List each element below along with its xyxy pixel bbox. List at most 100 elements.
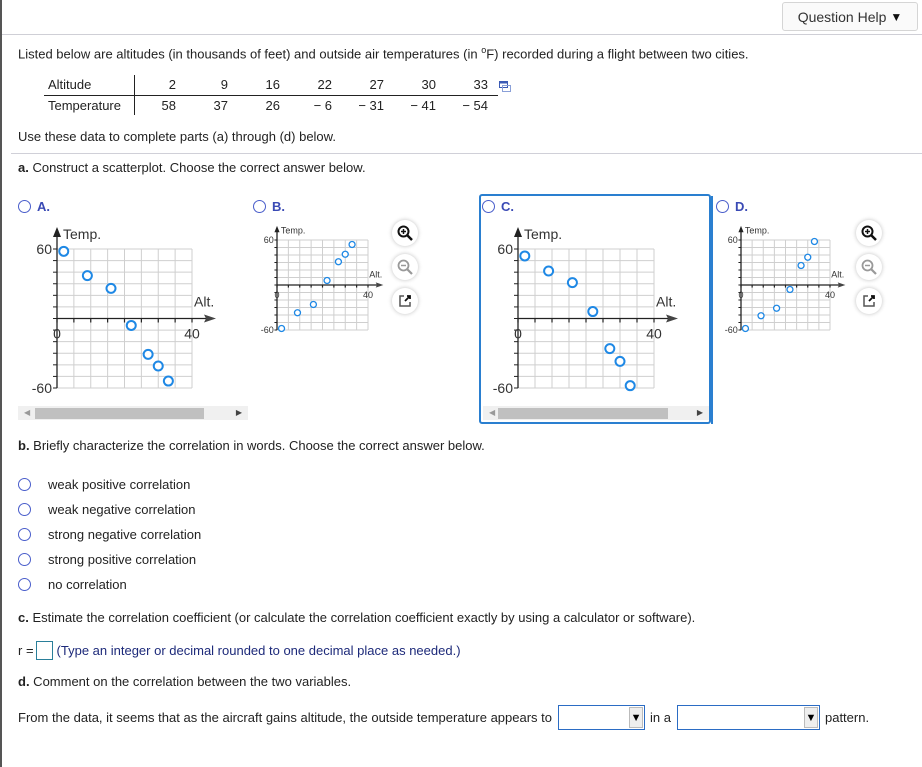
scroll-left-icon[interactable]: ◀ <box>24 408 30 417</box>
radio-option-a[interactable] <box>18 200 31 213</box>
table-row-temperature: Temperature 58 37 26 − 6 − 31 − 41 − 54 <box>44 95 498 115</box>
option-c[interactable]: C. <box>482 199 514 214</box>
option-b-label: B. <box>272 199 285 214</box>
data-point <box>162 375 174 387</box>
option-d-label: D. <box>735 199 748 214</box>
window-left-border <box>0 0 2 767</box>
y-tick-label-max: 60 <box>36 241 52 257</box>
zoom-in-icon <box>397 225 413 241</box>
data-table: Altitude 2 9 16 22 27 30 33 Temperature … <box>44 75 498 115</box>
option-d[interactable]: D. <box>716 199 748 214</box>
x-tick-label-min: 0 <box>514 326 522 342</box>
table-cell: 58 <box>161 97 176 113</box>
zoom-in-button-d[interactable] <box>856 220 882 246</box>
zoom-out-button-d[interactable] <box>856 254 882 280</box>
choice-label: strong positive correlation <box>48 552 197 567</box>
r-label: r = <box>18 643 34 658</box>
trend-select[interactable]: ▼ <box>558 705 646 730</box>
choice-strong-negative[interactable]: strong negative correlation <box>18 527 201 542</box>
dropdown-arrow-icon[interactable]: ▼ <box>803 707 818 728</box>
radio-button[interactable] <box>18 553 31 566</box>
y-tick-label-min: -60 <box>493 380 513 396</box>
data-point <box>323 276 331 285</box>
table-cell: 22 <box>290 75 342 96</box>
x-tick-label-min: 0 <box>274 290 279 300</box>
x-tick-label-max: 40 <box>646 326 662 342</box>
caret-down-icon: ▼ <box>890 9 903 24</box>
table-cell: − 31 <box>358 97 384 113</box>
zoom-in-icon <box>861 225 877 241</box>
pattern-select[interactable]: ▼ <box>676 705 820 730</box>
scroll-left-icon[interactable]: ◀ <box>489 408 495 417</box>
data-point <box>277 324 286 333</box>
part-d-sentence: From the data, it seems that as the airc… <box>18 705 869 730</box>
dropdown-arrow-icon[interactable]: ▼ <box>629 707 644 728</box>
data-point <box>543 265 555 277</box>
option-a-label: A. <box>37 199 50 214</box>
popout-button-b[interactable] <box>392 288 418 314</box>
scatterplot-option-d[interactable]: Temp. Alt. 60 -60 0 40 <box>716 218 856 338</box>
y-tick-label-max: 60 <box>497 241 513 257</box>
divider <box>11 153 922 154</box>
scatterplot-option-c[interactable]: Temp. Alt. 60 -60 0 40 <box>481 218 691 398</box>
scrollbar-option-c[interactable]: ◀ ▶ <box>483 406 709 420</box>
radio-button[interactable] <box>18 528 31 541</box>
x-axis-label: Alt. <box>369 269 382 279</box>
popout-icon <box>399 295 411 307</box>
instructions-text: Use these data to complete parts (a) thr… <box>18 129 336 144</box>
choice-weak-positive[interactable]: weak positive correlation <box>18 477 190 492</box>
scatterplot-option-b[interactable]: Temp. Alt. 60 -60 0 40 <box>252 218 392 338</box>
scrollbar-thumb[interactable] <box>498 408 668 419</box>
choice-label: strong negative correlation <box>48 527 202 542</box>
choice-weak-negative[interactable]: weak negative correlation <box>18 502 195 517</box>
option-a[interactable]: A. <box>18 199 50 214</box>
data-point <box>309 300 318 309</box>
y-axis-arrow <box>274 225 280 233</box>
data-point <box>624 380 636 392</box>
zoom-in-button-b[interactable] <box>392 220 418 246</box>
scatterplot-option-a[interactable]: Temp. Alt. 60 -60 0 40 <box>20 218 230 398</box>
radio-option-b[interactable] <box>253 200 266 213</box>
data-point <box>125 319 137 331</box>
data-point <box>81 270 93 282</box>
radio-button[interactable] <box>18 578 31 591</box>
scrollbar-option-a[interactable]: ◀ ▶ <box>18 406 248 420</box>
choice-strong-positive[interactable]: strong positive correlation <box>18 552 196 567</box>
choice-no-correlation[interactable]: no correlation <box>18 577 127 592</box>
zoom-out-button-b[interactable] <box>392 254 418 280</box>
data-point <box>519 250 531 262</box>
radio-option-c[interactable] <box>482 200 495 213</box>
y-tick-label-min: -60 <box>261 325 274 335</box>
sentence-start: From the data, it seems that as the airc… <box>18 710 553 725</box>
sentence-end: pattern. <box>824 710 870 725</box>
y-tick-label-max: 60 <box>264 235 274 245</box>
data-point <box>566 277 578 289</box>
data-point <box>293 309 302 317</box>
scroll-right-icon[interactable]: ▶ <box>236 408 242 417</box>
copy-data-icon[interactable] <box>499 81 511 92</box>
x-axis-label: Alt. <box>831 269 844 279</box>
table-row-altitude: Altitude 2 9 16 22 27 30 33 <box>44 75 498 96</box>
data-point <box>348 240 356 249</box>
radio-button[interactable] <box>18 478 31 491</box>
y-axis-arrow <box>53 227 61 237</box>
x-tick-label-min: 0 <box>738 290 743 300</box>
r-input[interactable] <box>35 641 53 660</box>
popout-button-d[interactable] <box>856 288 882 314</box>
radio-button[interactable] <box>18 503 31 516</box>
y-axis-label: Temp. <box>745 226 770 236</box>
x-tick-label-min: 0 <box>53 326 61 342</box>
scroll-right-icon[interactable]: ▶ <box>697 408 703 417</box>
radio-option-d[interactable] <box>716 200 729 213</box>
part-a-prompt: a. Construct a scatterplot. Choose the c… <box>18 160 366 175</box>
question-help-button[interactable]: Question Help ▼ <box>782 2 918 31</box>
data-point <box>334 258 343 266</box>
scrollbar-thumb[interactable] <box>35 408 204 419</box>
choice-label: weak negative correlation <box>48 502 196 517</box>
data-point <box>614 355 626 367</box>
y-axis-arrow <box>738 225 744 233</box>
table-cell: 37 <box>213 97 228 113</box>
y-tick-label-max: 60 <box>728 235 738 245</box>
data-point <box>804 253 812 261</box>
option-b[interactable]: B. <box>253 199 285 214</box>
